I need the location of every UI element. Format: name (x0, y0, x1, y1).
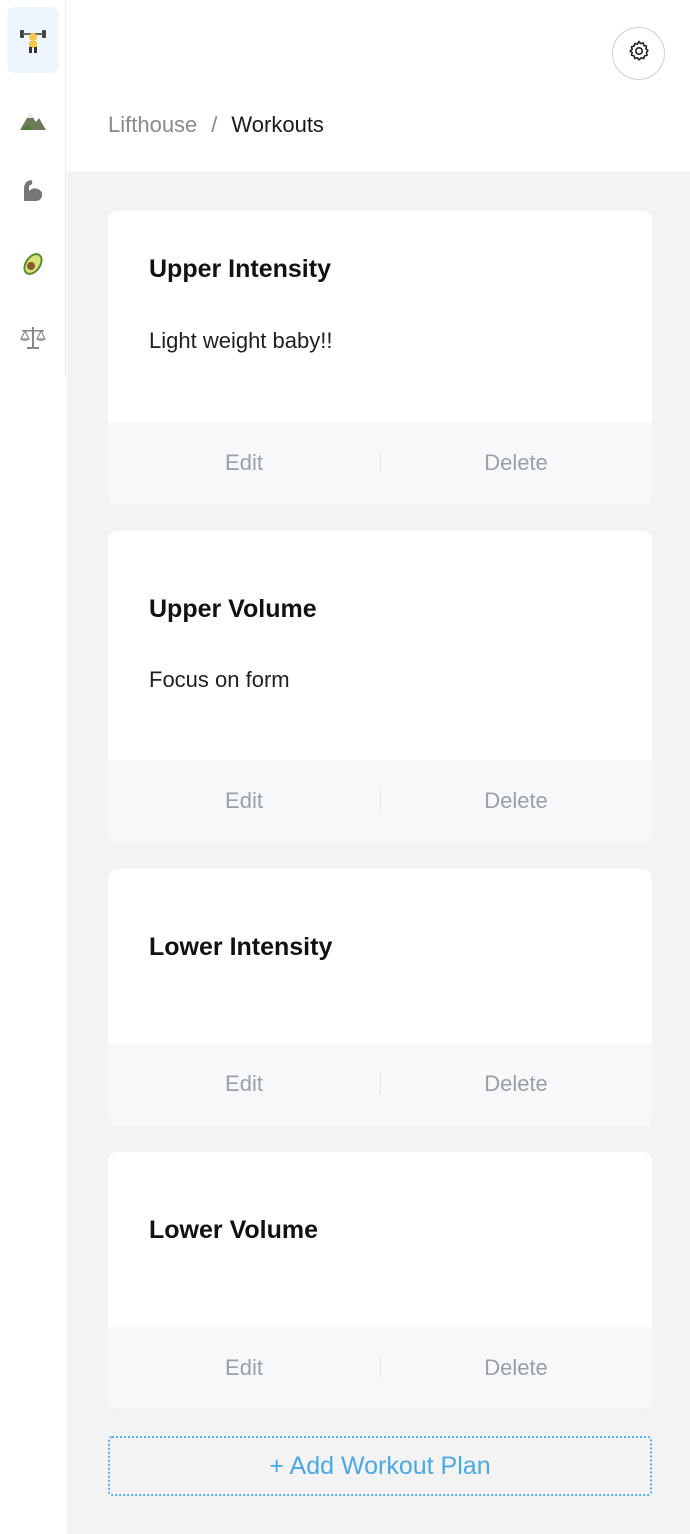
delete-button[interactable]: Delete (380, 422, 652, 504)
workout-description: Light weight baby!! (149, 328, 333, 353)
workout-title: Lower Intensity (149, 933, 333, 961)
flexed-biceps-icon (18, 175, 48, 205)
workout-card: Lower Intensity Edit Delete (108, 869, 652, 1125)
mountain-icon (18, 105, 48, 135)
nav-item-weight[interactable] (7, 305, 59, 371)
edit-button[interactable]: Edit (108, 1043, 380, 1125)
card-actions: Edit Delete (108, 1043, 652, 1125)
scale-icon (18, 323, 48, 353)
workout-description: Focus on form (149, 667, 290, 692)
workout-title: Upper Volume (149, 595, 317, 623)
workout-title: Upper Intensity (149, 255, 331, 283)
nav-item-exercises[interactable] (7, 157, 59, 223)
edit-button[interactable]: Edit (108, 422, 380, 504)
card-actions: Edit Delete (108, 1327, 652, 1409)
header: Lifthouse / Workouts (67, 0, 690, 171)
avocado-icon (18, 249, 48, 279)
workout-title: Lower Volume (149, 1216, 319, 1244)
delete-button[interactable]: Delete (380, 1043, 652, 1125)
card-actions: Edit Delete (108, 422, 652, 504)
delete-button[interactable]: Delete (380, 1327, 652, 1409)
breadcrumb-root-link[interactable]: Lifthouse (108, 112, 197, 138)
divider (380, 789, 381, 811)
card-actions: Edit Delete (108, 760, 652, 842)
nav-item-workouts[interactable] (7, 7, 59, 73)
edit-button[interactable]: Edit (108, 1327, 380, 1409)
delete-button[interactable]: Delete (380, 760, 652, 842)
breadcrumb-current: Workouts (231, 112, 324, 137)
breadcrumb-separator: / (211, 112, 218, 137)
weightlifter-icon (18, 25, 48, 55)
edit-button[interactable]: Edit (108, 760, 380, 842)
nav-item-progress[interactable] (7, 87, 59, 153)
workout-card: Lower Volume Edit Delete (108, 1152, 652, 1409)
divider (380, 1072, 381, 1094)
divider (380, 451, 381, 473)
divider (380, 1356, 381, 1378)
workout-card: Upper Volume Focus on form Edit Delete (108, 531, 652, 842)
gear-icon (627, 39, 651, 68)
sidebar (0, 0, 66, 376)
nav-item-nutrition[interactable] (7, 231, 59, 297)
add-workout-plan-button[interactable]: + Add Workout Plan (108, 1436, 652, 1496)
settings-button[interactable] (612, 27, 665, 80)
breadcrumb: Lifthouse / Workouts (108, 112, 324, 138)
workout-card: Upper Intensity Light weight baby!! Edit… (108, 211, 652, 504)
workout-list: Upper Intensity Light weight baby!! Edit… (67, 171, 690, 1534)
